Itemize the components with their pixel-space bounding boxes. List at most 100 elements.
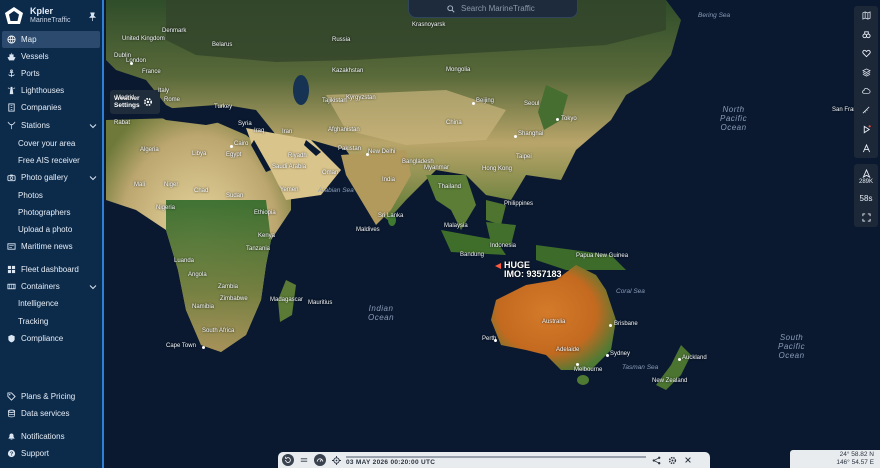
sidebar-item-companies[interactable]: Companies — [2, 99, 100, 116]
place-label: Bandung — [460, 252, 485, 258]
sidebar-item-map[interactable]: Map — [2, 31, 100, 48]
sidebar-subitem-intelligence[interactable]: Intelligence — [18, 295, 58, 311]
refresh-timer[interactable]: 58s — [854, 189, 878, 208]
chevron-down-icon[interactable] — [89, 122, 97, 130]
labels-button[interactable] — [854, 139, 878, 158]
sidebar-item-support[interactable]: ? Support — [2, 445, 100, 462]
weather-button[interactable] — [854, 82, 878, 101]
place-label: India — [382, 177, 396, 183]
brand[interactable]: Kpler MarineTraffic — [0, 0, 102, 32]
ruler-icon — [862, 106, 869, 114]
place-label: Philippines — [504, 201, 534, 207]
sidebar-item-stations[interactable]: Stations — [2, 117, 100, 134]
share-button[interactable] — [650, 454, 662, 466]
timeline-datetime: 03 MAY 2026 00:20:00 UTC — [346, 459, 436, 466]
place-label: Shanghai — [518, 131, 544, 137]
filters-button[interactable] — [854, 25, 878, 44]
place-label: Tokyo — [561, 116, 577, 122]
place-label: Madagascar — [270, 297, 304, 303]
sidebar-subitem-photos[interactable]: Photos — [18, 187, 43, 203]
map-icon — [862, 11, 870, 20]
settings-label: Settings — [114, 102, 140, 109]
place-label: Sydney — [610, 351, 631, 357]
marinetraffic-app: Kpler MarineTraffic Map Vessels Ports Li… — [0, 0, 880, 468]
building-icon — [6, 103, 16, 113]
sidebar-item-label: Fleet dashboard — [21, 265, 79, 274]
vessel-label[interactable]: HUGE IMO: 9357183 — [504, 261, 562, 279]
pin-icon[interactable] — [86, 10, 98, 22]
timeline-menu-button[interactable] — [298, 454, 310, 466]
sidebar-item-label: Notifications — [21, 432, 65, 441]
sidebar-item-label: Lighthouses — [21, 86, 65, 95]
sidebar-item-plans-pricing[interactable]: Plans & Pricing — [2, 388, 100, 405]
map-canvas[interactable]: Weather Settings NorthPacificOcean South… — [106, 0, 880, 468]
globe-icon — [6, 35, 16, 45]
sidebar-item-label: Ports — [21, 69, 40, 78]
sidebar-subitem-photographers[interactable]: Photographers — [18, 204, 70, 220]
place-label: Zambia — [218, 284, 239, 290]
play-icon — [863, 125, 871, 134]
timeline-bar: 03 MAY 2026 00:20:00 UTC — [278, 452, 710, 468]
timeline-close-button[interactable] — [682, 454, 694, 466]
layers-button[interactable] — [854, 63, 878, 82]
map-button[interactable] — [854, 6, 878, 25]
vessel-imo: IMO: 9357183 — [504, 269, 562, 279]
container-icon — [6, 282, 16, 292]
locate-button[interactable] — [330, 454, 342, 466]
city-dot — [230, 145, 233, 148]
place-label: Malaysia — [444, 223, 468, 229]
place-label: Namibia — [192, 304, 215, 310]
target-icon — [331, 455, 341, 465]
chevron-down-icon[interactable] — [89, 283, 97, 291]
place-label: Italy — [158, 88, 170, 94]
measure-button[interactable] — [854, 101, 878, 120]
sidebar-item-fleet-dashboard[interactable]: Fleet dashboard — [2, 261, 100, 278]
place-label: Taipei — [516, 154, 532, 160]
history-button[interactable] — [282, 454, 294, 466]
sidebar-item-ports[interactable]: Ports — [2, 65, 100, 82]
sidebar-item-notifications[interactable]: Notifications — [2, 428, 100, 445]
sidebar-item-data-services[interactable]: Data services — [2, 405, 100, 422]
place-label: Cairo — [234, 141, 249, 147]
kpler-logo-icon — [5, 7, 23, 24]
city-dot — [606, 354, 609, 357]
timeline-slider[interactable]: 03 MAY 2026 00:20:00 UTC — [346, 454, 646, 466]
fullscreen-icon — [861, 213, 871, 222]
sidebar-subitem-upload-photo[interactable]: Upload a photo — [18, 221, 72, 237]
fullscreen-button[interactable] — [854, 208, 878, 227]
gear-icon — [668, 456, 676, 464]
sidebar-subitem-tracking[interactable]: Tracking — [18, 313, 48, 329]
place-label: Oman — [322, 170, 339, 176]
place-label: Egypt — [226, 152, 242, 158]
longitude: 146° 54.57 E — [836, 459, 874, 466]
sidebar-subitem-free-ais[interactable]: Free AIS receiver — [18, 152, 80, 168]
sea-label-arabian: Arabian Sea — [318, 187, 354, 194]
sidebar-item-label: Containers — [21, 282, 60, 291]
antenna-icon — [6, 121, 16, 131]
sea-label-tasman: Tasman Sea — [622, 364, 659, 371]
place-label: New Delhi — [368, 149, 396, 155]
binoculars-icon — [861, 31, 871, 39]
search-input[interactable] — [461, 4, 571, 13]
place-label: Myanmar — [424, 165, 450, 171]
search-bar[interactable] — [408, 0, 578, 18]
help-icon: ? — [6, 449, 16, 459]
sidebar-item-lighthouses[interactable]: Lighthouses — [2, 82, 100, 99]
sidebar-subitem-cover-area[interactable]: Cover your area — [18, 135, 75, 151]
chevron-down-icon[interactable] — [89, 174, 97, 182]
sidebar-item-compliance[interactable]: Compliance — [2, 330, 100, 347]
sidebar-item-containers[interactable]: Containers — [2, 278, 100, 295]
speed-button[interactable] — [314, 454, 326, 466]
sidebar-item-maritime-news[interactable]: Maritime news — [2, 238, 100, 255]
vessel-marker[interactable] — [495, 263, 501, 269]
bell-icon — [6, 432, 16, 442]
timeline-settings-button[interactable] — [666, 454, 678, 466]
favourites-button[interactable] — [854, 44, 878, 63]
weather-settings-button[interactable]: Weather Settings — [110, 90, 160, 114]
sidebar-item-vessels[interactable]: Vessels — [2, 48, 100, 65]
city-dot — [556, 118, 559, 121]
city-dot — [514, 135, 517, 138]
sidebar-item-photo-gallery[interactable]: Photo gallery — [2, 169, 100, 186]
playback-button[interactable] — [854, 120, 878, 139]
place-label: Pakistan — [338, 146, 362, 152]
